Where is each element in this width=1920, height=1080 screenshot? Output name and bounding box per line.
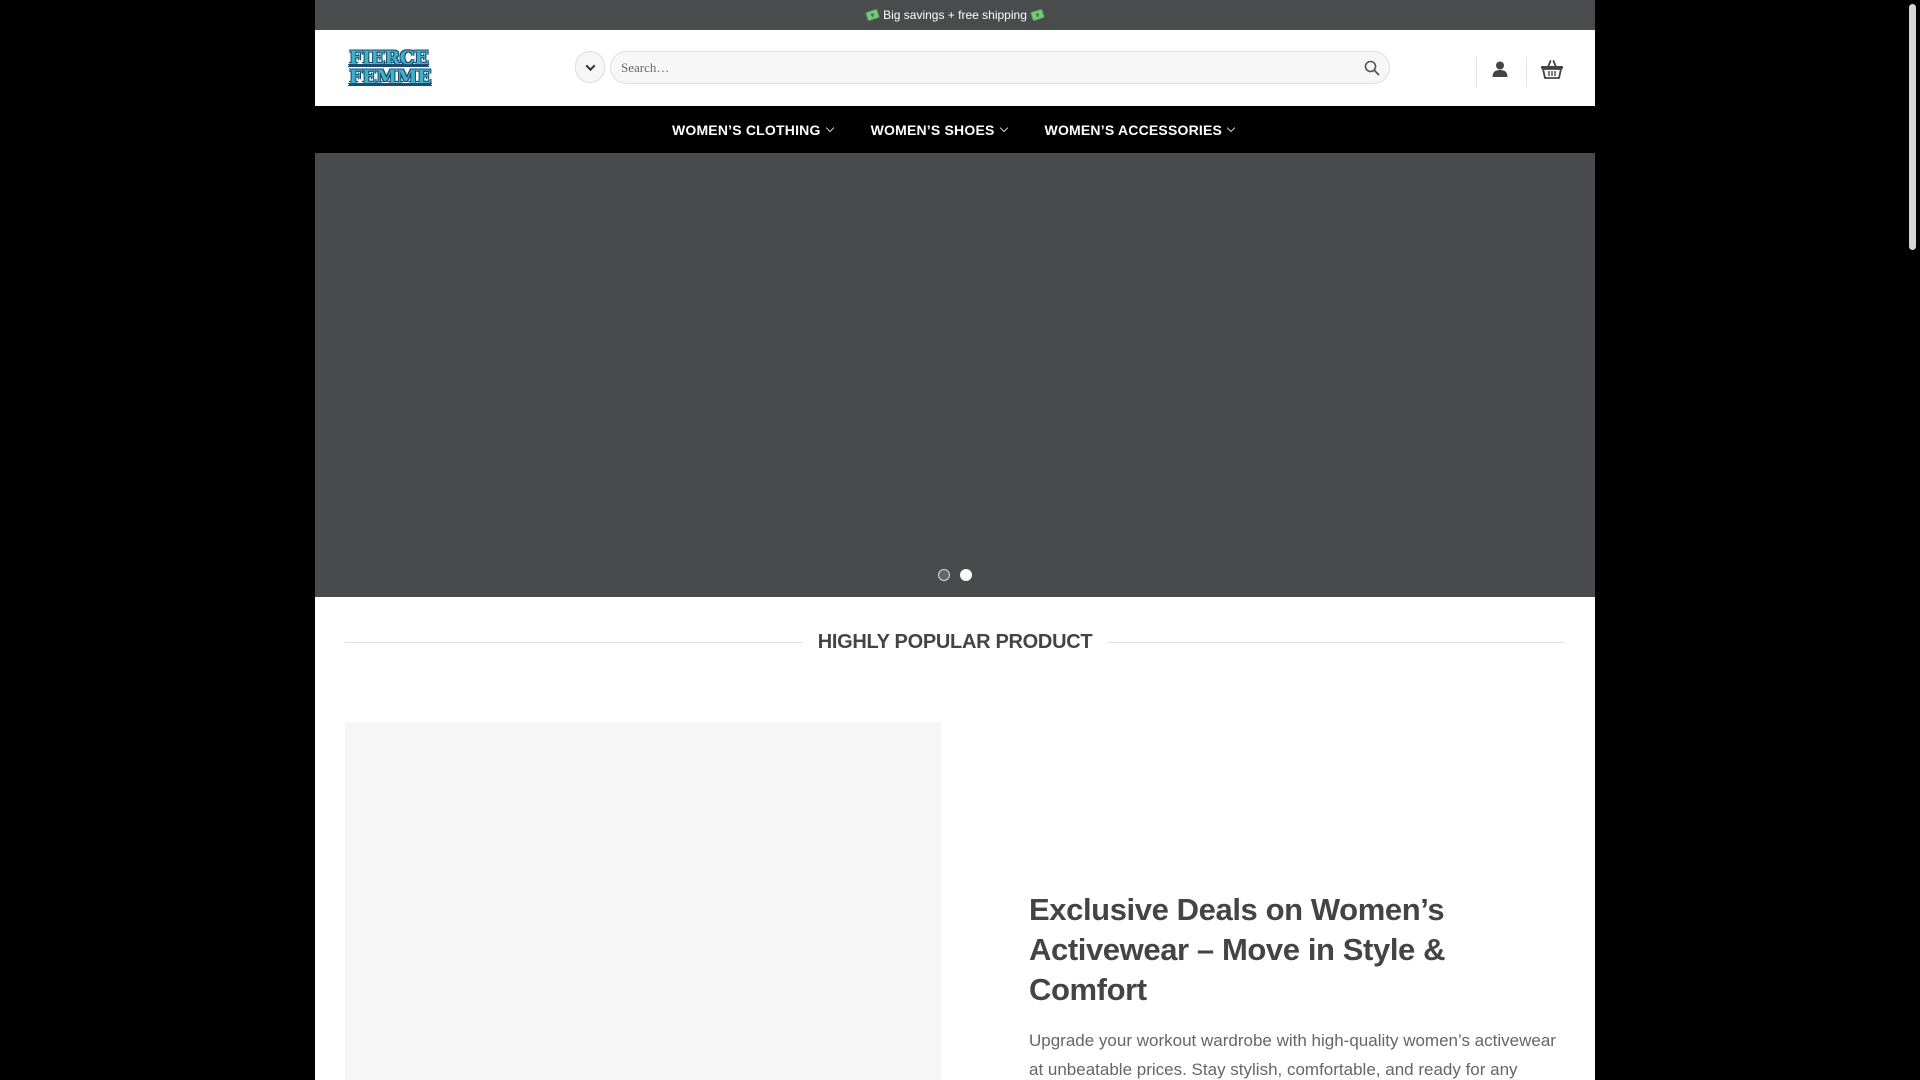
logo-line-2: FEMME xyxy=(349,66,432,88)
hero-slider[interactable] xyxy=(315,153,1595,597)
header-divider xyxy=(1526,57,1527,87)
nav-item-label: Women’s Clothing xyxy=(671,121,821,138)
user-icon xyxy=(1492,61,1508,77)
divider-line xyxy=(1107,641,1566,643)
chevron-down-icon xyxy=(999,123,1008,132)
search-button[interactable] xyxy=(1355,51,1389,84)
account-button[interactable] xyxy=(1485,54,1515,84)
product-description: Upgrade your workout wardrobe with high-… xyxy=(1029,1031,1556,1079)
scrollbar-thumb[interactable] xyxy=(1909,4,1916,250)
chevron-down-icon xyxy=(585,60,595,71)
product-image[interactable] xyxy=(345,722,941,1080)
nav-item-label: Women’s Accessories xyxy=(1044,121,1223,138)
slider-dot-1[interactable] xyxy=(938,569,950,581)
promo-text: Big savings + free shipping xyxy=(883,8,1027,22)
slider-dots xyxy=(315,569,1595,581)
product-heading: Exclusive Deals on Women’s Activewear – … xyxy=(1029,892,1446,1007)
slider-dot-2[interactable] xyxy=(960,569,972,581)
promo-bar: Big savings + free shipping xyxy=(315,0,1595,30)
money-icon xyxy=(1029,8,1046,22)
divider-line xyxy=(345,641,803,643)
search-category-select[interactable] xyxy=(575,51,605,83)
search-icon xyxy=(1364,60,1380,75)
nav-item-womens-accessories[interactable]: Women’s Accessories xyxy=(1044,121,1236,138)
money-icon xyxy=(864,8,881,22)
product-info: Exclusive Deals on Women’s Activewear – … xyxy=(1029,890,1569,1080)
page: Big savings + free shipping FIERCE FEMME xyxy=(315,0,1595,1080)
basket-icon xyxy=(1541,60,1563,79)
main-nav: Women’s Clothing Women’s Shoes Women’s A… xyxy=(315,106,1595,153)
search-box xyxy=(610,51,1390,84)
section-header: Highly Popular Product xyxy=(345,627,1566,657)
nav-item-label: Women’s Shoes xyxy=(870,121,995,138)
site-logo[interactable]: FIERCE FEMME xyxy=(349,48,432,88)
nav-item-womens-clothing[interactable]: Women’s Clothing xyxy=(671,121,834,138)
search-input[interactable] xyxy=(611,52,1355,83)
chevron-down-icon xyxy=(825,123,834,132)
section-title: Highly Popular Product xyxy=(817,630,1093,653)
nav-item-womens-shoes[interactable]: Women’s Shoes xyxy=(870,121,1008,138)
chevron-down-icon xyxy=(1226,123,1236,132)
cart-button[interactable] xyxy=(1537,54,1567,84)
site-header: FIERCE FEMME xyxy=(315,30,1595,106)
header-divider xyxy=(1476,57,1477,87)
page-scrollbar[interactable] xyxy=(1905,0,1920,1080)
